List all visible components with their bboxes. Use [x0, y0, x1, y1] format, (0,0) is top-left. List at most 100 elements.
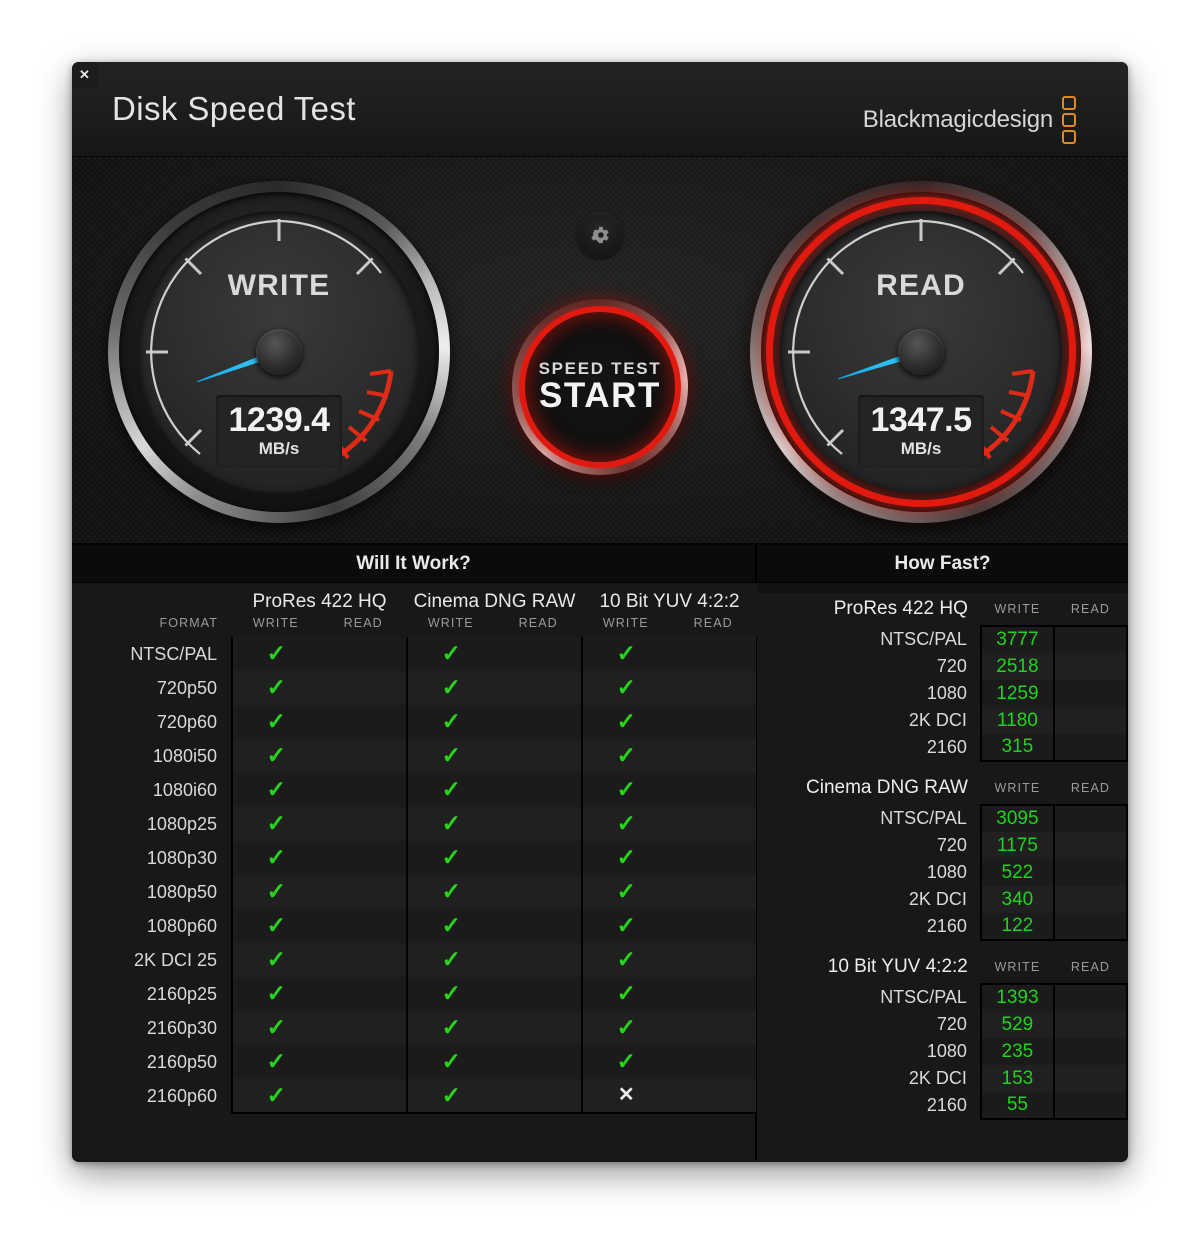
- how-fast-read-header: READ: [1053, 772, 1127, 805]
- write-speed-value: 529: [979, 1011, 1055, 1038]
- read-speed-value: [1053, 734, 1128, 762]
- check-icon: ✓: [441, 844, 461, 870]
- check-icon: ✓: [441, 946, 461, 972]
- check-icon: ✓: [616, 674, 636, 700]
- result-cell: ✓: [231, 671, 320, 705]
- result-cell: [319, 637, 408, 671]
- result-cell: ✓: [231, 1011, 320, 1045]
- subheader-write-1: WRITE: [407, 614, 495, 637]
- read-speed-value: [1053, 707, 1128, 734]
- result-cell: [669, 1011, 758, 1045]
- write-speed-value: 235: [979, 1038, 1055, 1065]
- read-gauge-hub: [898, 329, 944, 375]
- result-cell: ✓: [581, 773, 670, 807]
- result-cell: [494, 909, 583, 943]
- result-cell: [319, 773, 408, 807]
- result-cell: ✓: [581, 943, 670, 977]
- write-speed-value: 122: [979, 913, 1055, 941]
- check-icon: ✓: [616, 742, 636, 768]
- write-speed-value: 3777: [979, 625, 1055, 653]
- write-gauge-face: WRITE 1239.4 MB/s: [138, 211, 420, 493]
- write-speed-value: 340: [979, 886, 1055, 913]
- check-icon: ✓: [266, 810, 286, 836]
- speed-test-start-button[interactable]: SPEED TEST START: [512, 299, 688, 475]
- result-cell: ✓: [406, 705, 495, 739]
- check-icon: ✓: [266, 674, 286, 700]
- table-row: 2160p30 ✓ ✓ ✓: [72, 1011, 758, 1045]
- check-icon: ✓: [616, 640, 636, 666]
- read-speed-value: [1053, 886, 1128, 913]
- result-cell: ✓: [581, 637, 670, 671]
- result-cell: [319, 807, 408, 841]
- result-cell: [494, 807, 583, 841]
- result-cell: ✓: [231, 977, 320, 1011]
- result-cell: [319, 739, 408, 773]
- format-label: 2K DCI 25: [72, 943, 232, 977]
- result-cell: ✓: [581, 875, 670, 909]
- result-cell: ✓: [406, 637, 495, 671]
- how-fast-title: How Fast?: [757, 545, 1128, 583]
- read-speed-value: [1053, 859, 1128, 886]
- check-icon: ✓: [266, 708, 286, 734]
- write-value: 1239.4: [228, 401, 331, 440]
- result-cell: ✓: [581, 739, 670, 773]
- result-cell: [319, 841, 408, 875]
- subheader-write-0: WRITE: [232, 614, 320, 637]
- resolution-label: 2K DCI: [757, 707, 981, 734]
- table-row: 720p60 ✓ ✓ ✓: [72, 705, 758, 739]
- table-row: 720p50 ✓ ✓ ✓: [72, 671, 758, 705]
- settings-button[interactable]: [577, 212, 623, 258]
- gear-icon: [591, 226, 609, 244]
- table-row: 2K DCI 25 ✓ ✓ ✓: [72, 943, 758, 977]
- result-cell: [319, 705, 408, 739]
- blackmagic-marks-icon: [1062, 96, 1076, 144]
- table-row: 720 1175: [757, 832, 1128, 859]
- result-cell: ✓: [406, 909, 495, 943]
- format-label: 1080i60: [72, 773, 232, 807]
- read-readout: 1347.5 MB/s: [858, 395, 984, 467]
- table-row: 1080 235: [757, 1038, 1128, 1065]
- resolution-label: 2160: [757, 734, 981, 761]
- check-icon: ✓: [616, 810, 636, 836]
- read-gauge-face: READ 1347.5 MB/s: [780, 211, 1062, 493]
- check-icon: ✓: [441, 912, 461, 938]
- result-cell: [494, 1011, 583, 1045]
- write-speed-value: 1175: [979, 832, 1055, 859]
- table-row: 2160 122: [757, 913, 1128, 941]
- read-speed-value: [1053, 1065, 1128, 1092]
- result-cell: ✓: [581, 841, 670, 875]
- close-icon[interactable]: ✕: [72, 62, 98, 88]
- read-gauge-label: READ: [876, 269, 966, 302]
- resolution-label: NTSC/PAL: [757, 984, 981, 1011]
- table-row: 720 2518: [757, 653, 1128, 680]
- result-cell: ✓: [406, 841, 495, 875]
- table-row: 2160 55: [757, 1092, 1128, 1120]
- result-cell: [669, 909, 758, 943]
- result-cell: [319, 875, 408, 909]
- result-cell: ✓: [406, 875, 495, 909]
- resolution-label: 2160: [757, 913, 981, 940]
- how-fast-write-header: WRITE: [980, 593, 1054, 626]
- result-cell: [494, 1079, 583, 1114]
- result-cell: ✓: [231, 875, 320, 909]
- result-cell: ✓: [406, 977, 495, 1011]
- brand-text: Blackmagicdesign: [862, 106, 1053, 133]
- table-row: 1080p50 ✓ ✓ ✓: [72, 875, 758, 909]
- result-cell: ✓: [406, 739, 495, 773]
- format-label: 720p50: [72, 671, 232, 705]
- result-cell: [494, 705, 583, 739]
- how-fast-read-header: READ: [1053, 593, 1127, 626]
- read-speed-value: [1053, 804, 1128, 832]
- result-cell: [494, 671, 583, 705]
- check-icon: ✓: [441, 1014, 461, 1040]
- subheader-write-2: WRITE: [582, 614, 670, 637]
- table-row: NTSC/PAL 3777: [757, 625, 1128, 653]
- table-row: 2160p25 ✓ ✓ ✓: [72, 977, 758, 1011]
- check-icon: ✓: [616, 1048, 636, 1074]
- read-speed-value: [1053, 1011, 1128, 1038]
- result-cell: ✓: [581, 705, 670, 739]
- check-icon: ✓: [266, 878, 286, 904]
- result-cell: [319, 1045, 408, 1079]
- table-row: 1080p25 ✓ ✓ ✓: [72, 807, 758, 841]
- result-cell: [669, 637, 758, 671]
